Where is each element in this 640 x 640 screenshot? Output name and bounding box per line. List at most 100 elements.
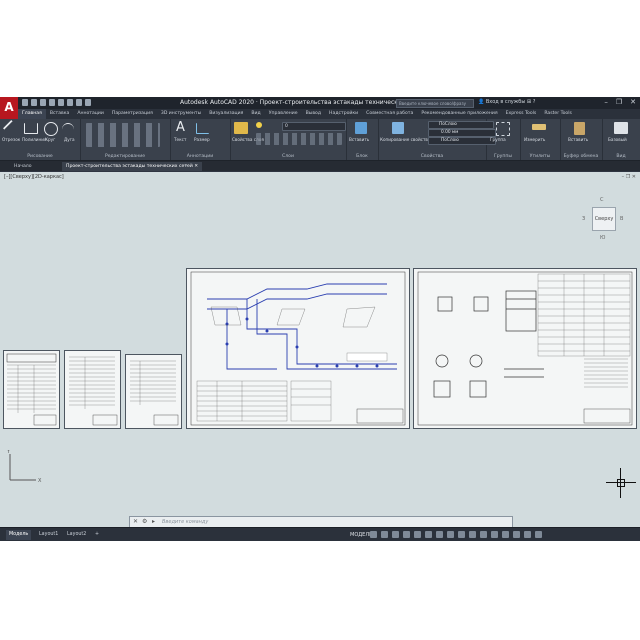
layer-tools-icon[interactable] [256, 133, 342, 145]
measure-button[interactable]: Измерить [524, 137, 545, 142]
groups-panel: Группа Группы [486, 119, 521, 160]
units-icon[interactable] [491, 531, 498, 538]
compass-west: З [582, 216, 586, 222]
ortho-icon[interactable] [392, 531, 399, 538]
tab-layout2[interactable]: Layout2 [64, 530, 89, 540]
cloud-icon[interactable] [58, 99, 64, 106]
sign-in-button[interactable]: 👤 Вход в службы ⊞ ? [478, 99, 535, 105]
tab-start[interactable]: Начало [10, 162, 36, 171]
tab-model[interactable]: Модель [6, 530, 32, 540]
line-icon [2, 119, 22, 139]
modify-tools-icon[interactable] [86, 123, 160, 147]
open-file-icon[interactable] [31, 99, 37, 106]
ribbon: Отрезок Полилиния Круг Дуга Рисование Ре… [0, 119, 640, 161]
paste-button[interactable]: Вставить [568, 137, 588, 142]
window-controls: – ❐ ✕ [604, 98, 636, 106]
view-panel-title[interactable]: Вид [602, 154, 640, 159]
new-tab-icon[interactable]: + [180, 162, 192, 171]
add-layout-icon[interactable]: + [92, 530, 102, 540]
customize-icon[interactable]: ⚙ [142, 518, 147, 525]
drawing-file-label: Проект-строительства эстакады технически… [66, 164, 193, 169]
close-command-icon[interactable]: ✕ [133, 518, 138, 525]
tab-parametric[interactable]: Параметризация [108, 109, 157, 119]
viewcube[interactable]: С З В Сверху Ю [582, 197, 626, 257]
block-panel: Вставить Блок [346, 119, 379, 160]
otrack-icon[interactable] [425, 531, 432, 538]
circle-button[interactable]: Круг [45, 137, 55, 142]
help-icon[interactable]: ? [533, 99, 536, 105]
ucs-icon: Y X [6, 450, 42, 484]
isolate-icon[interactable] [502, 531, 509, 538]
osnap-icon[interactable] [414, 531, 421, 538]
group-button[interactable]: Группа [490, 137, 506, 142]
close-tab-icon[interactable]: ✕ [194, 164, 198, 169]
restore-icon[interactable]: ❐ [616, 98, 622, 106]
tab-collaborate[interactable]: Совместная работа [362, 109, 417, 119]
clipboard-panel-title[interactable]: Буфер обмена [560, 154, 602, 159]
line-button[interactable]: Отрезок [2, 137, 20, 142]
viewport-controls-label[interactable]: [–][Сверху][2D-каркас] [4, 174, 64, 180]
annotation-scale-icon[interactable] [469, 531, 476, 538]
modify-panel-title[interactable]: Редактирование [80, 154, 170, 159]
save-icon[interactable] [40, 99, 46, 106]
plot-icon[interactable] [67, 99, 73, 106]
tab-view[interactable]: Вид [247, 109, 264, 119]
tab-insert[interactable]: Вставка [46, 109, 73, 119]
snap-icon[interactable] [381, 531, 388, 538]
base-view-button[interactable]: Базовый [608, 137, 627, 142]
color-dropdown[interactable]: ПоСлою [428, 121, 494, 129]
tab-visualize[interactable]: Визуализация [205, 109, 247, 119]
customization-icon[interactable] [535, 531, 542, 538]
workspace-icon[interactable] [480, 531, 487, 538]
dimension-icon [196, 123, 209, 134]
trestle-details-graphic [417, 271, 633, 426]
properties-panel-title[interactable]: Свойства [378, 154, 486, 159]
compass-north: С [600, 197, 604, 203]
draw-panel-title[interactable]: Рисование [0, 154, 80, 159]
tab-express-tools[interactable]: Express Tools [502, 109, 541, 119]
groups-panel-title[interactable]: Группы [486, 154, 520, 159]
transparency-icon[interactable] [447, 531, 454, 538]
selection-cycling-icon[interactable] [458, 531, 465, 538]
tab-featured-apps[interactable]: Рекомендованные приложения [417, 109, 501, 119]
tab-output[interactable]: Вывод [302, 109, 325, 119]
paste-icon [574, 122, 585, 135]
tab-3d-tools[interactable]: 3D инструменты [157, 109, 205, 119]
annotation-panel-title[interactable]: Аннотации [170, 154, 230, 159]
polyline-button[interactable]: Полилиния [22, 137, 47, 142]
close-icon[interactable]: ✕ [630, 98, 636, 106]
utilities-panel-title[interactable]: Утилиты [520, 154, 560, 159]
tab-raster-tools[interactable]: Raster Tools [540, 109, 576, 119]
tab-manage[interactable]: Управление [265, 109, 302, 119]
command-input[interactable]: Введите команду [162, 518, 208, 527]
insert-block-button[interactable]: Вставить [349, 137, 369, 142]
redo-icon[interactable] [85, 99, 91, 106]
lineweight-icon[interactable] [436, 531, 443, 538]
tab-annotate[interactable]: Аннотации [73, 109, 108, 119]
dimension-button[interactable]: Размер [194, 137, 210, 142]
polyline-icon [24, 123, 38, 134]
search-input[interactable]: Введите ключевое слово/фразу [396, 99, 474, 108]
viewcube-top-face[interactable]: Сверху [592, 207, 616, 231]
match-properties-button[interactable]: Копирование свойств [380, 137, 428, 142]
tab-layout1[interactable]: Layout1 [36, 530, 61, 540]
app-menu-logo[interactable]: A [0, 97, 18, 119]
grid-icon[interactable] [370, 531, 377, 538]
tab-home[interactable]: Главная [18, 109, 46, 119]
tab-addins[interactable]: Надстройки [325, 109, 362, 119]
arc-button[interactable]: Дуга [64, 137, 75, 142]
drawing-canvas[interactable]: [–][Сверху][2D-каркас] – ❐ ✕ С З В Сверх… [0, 172, 640, 539]
save-as-icon[interactable] [49, 99, 55, 106]
block-panel-title[interactable]: Блок [346, 154, 378, 159]
polar-icon[interactable] [403, 531, 410, 538]
layers-panel-title[interactable]: Слои [230, 154, 346, 159]
new-file-icon[interactable] [22, 99, 28, 106]
hardware-accel-icon[interactable] [513, 531, 520, 538]
undo-icon[interactable] [76, 99, 82, 106]
viewport-window-controls[interactable]: – ❐ ✕ [622, 174, 636, 180]
layer-dropdown[interactable]: 0 [282, 122, 346, 131]
crosshair-cursor [606, 468, 636, 498]
clean-screen-icon[interactable] [524, 531, 531, 538]
minimize-icon[interactable]: – [604, 98, 608, 106]
text-button[interactable]: Текст [174, 137, 186, 142]
